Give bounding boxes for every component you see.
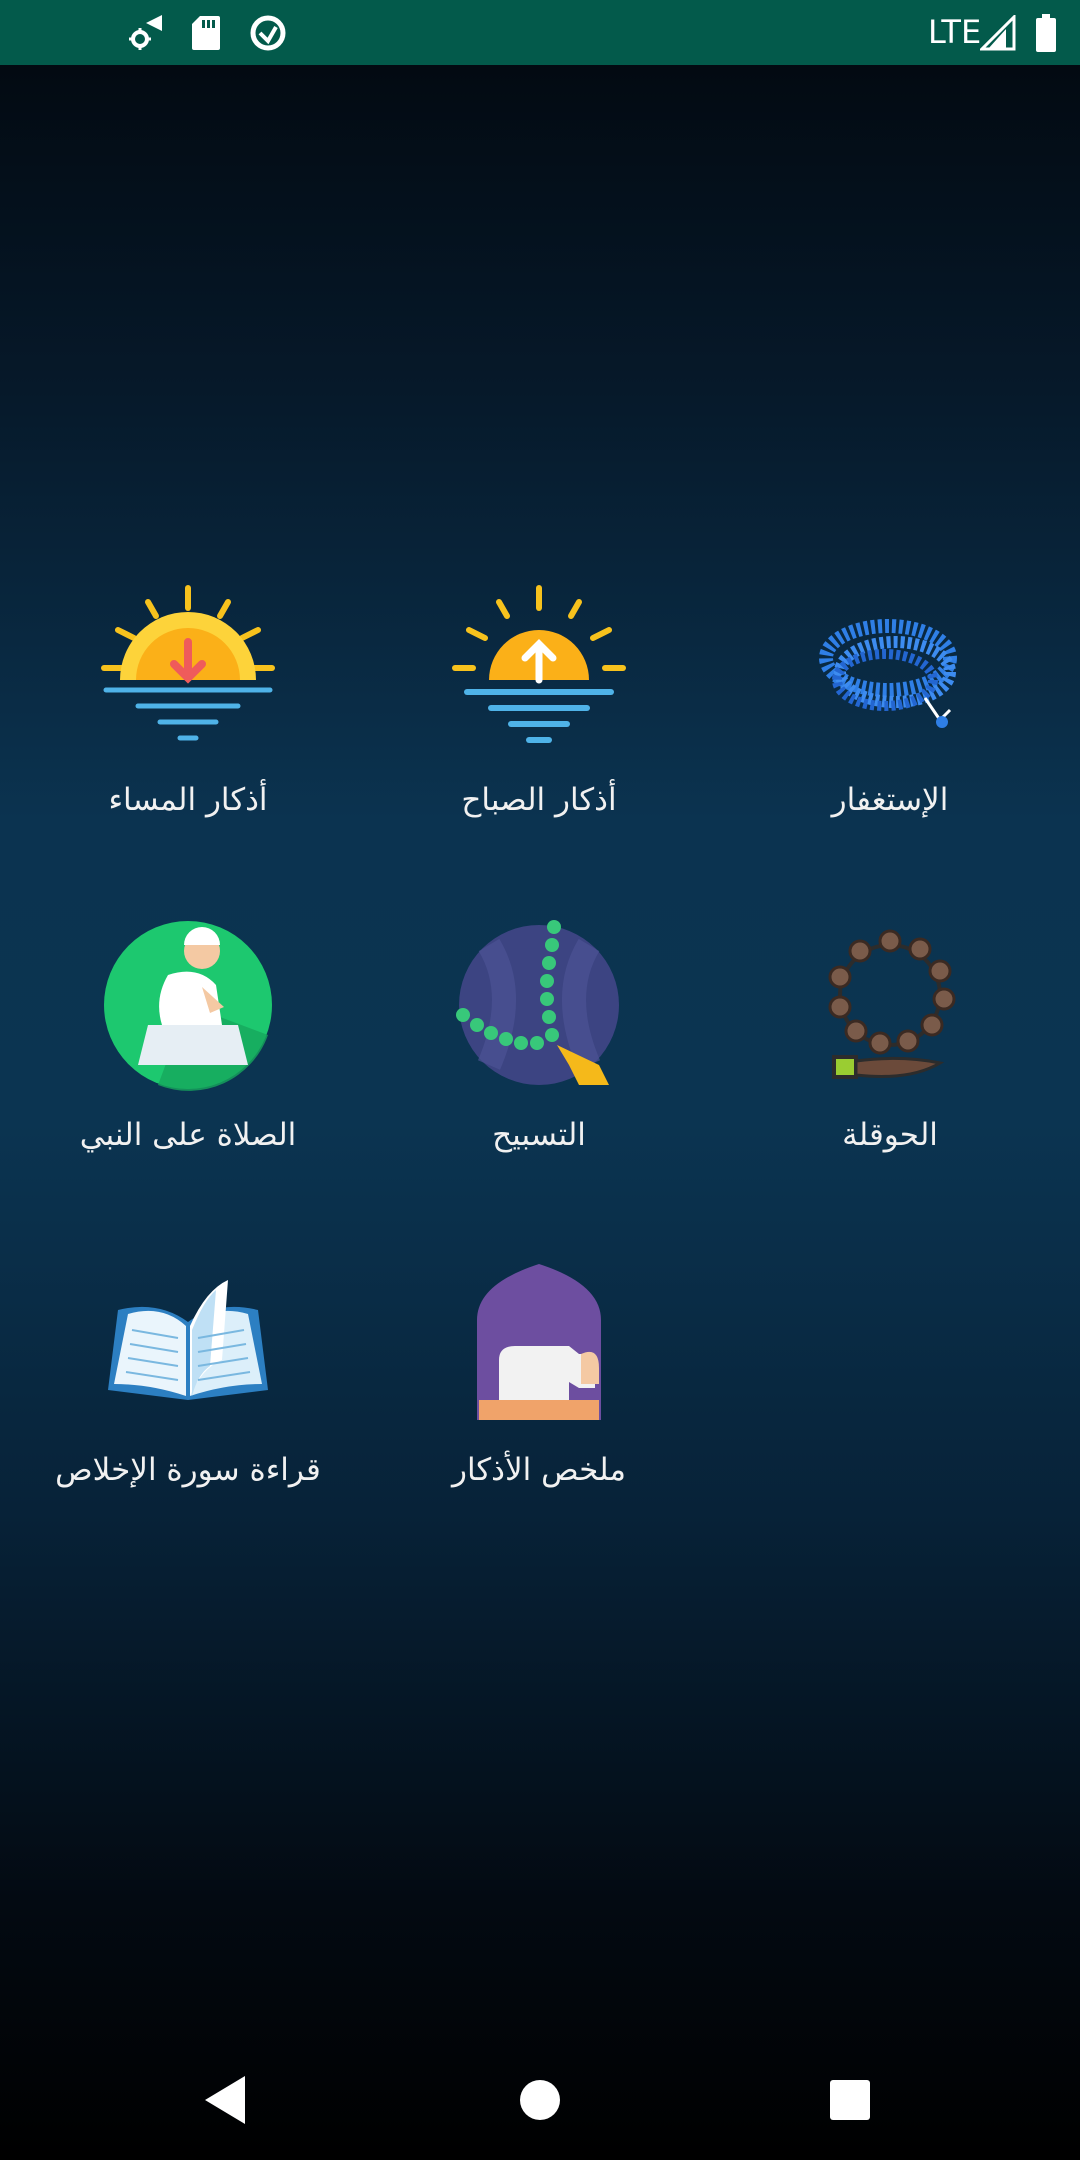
menu-item-tasbih[interactable]: التسبيح [369,915,709,1215]
menu-item-label: ملخص الأذكار [452,1452,626,1488]
navigation-bar [0,2040,1080,2160]
menu-item-morning-adhkar[interactable]: أذكار الصباح [369,580,709,880]
menu-item-hawqala[interactable]: الحوقلة [720,915,1060,1215]
menu-item-label: أذكار المساء [108,782,268,818]
praying-man-icon [98,915,278,1095]
menu-item-label: قراءة سورة الإخلاص [55,1452,321,1488]
menu-grid: الإستغفار أذكار الصباح أذكار المساء الحو… [0,0,1080,2160]
back-icon[interactable] [165,2040,285,2160]
menu-item-adhkar-summary[interactable]: ملخص الأذكار [369,1250,709,1550]
tasbih-green-icon [449,915,629,1095]
prostration-mosque-icon [449,1250,629,1430]
home-icon[interactable] [480,2040,600,2160]
recents-icon[interactable] [790,2040,910,2160]
menu-item-surat-al-ikhlas[interactable]: قراءة سورة الإخلاص [18,1250,358,1550]
menu-item-label: الصلاة على النبي [79,1117,297,1153]
menu-item-label: الإستغفار [831,782,949,818]
prayer-beads-blue-icon [800,580,980,760]
menu-item-label: التسبيح [492,1117,586,1153]
open-quran-icon [98,1250,278,1430]
sunset-icon [98,580,278,760]
menu-item-evening-adhkar[interactable]: أذكار المساء [18,580,358,880]
menu-item-label: أذكار الصباح [461,782,617,818]
menu-item-salah-on-prophet[interactable]: الصلاة على النبي [18,915,358,1215]
sunrise-icon [449,580,629,760]
menu-item-label: الحوقلة [842,1117,938,1153]
prayer-beads-brown-icon [800,915,980,1095]
menu-item-istighfar[interactable]: الإستغفار [720,580,1060,880]
